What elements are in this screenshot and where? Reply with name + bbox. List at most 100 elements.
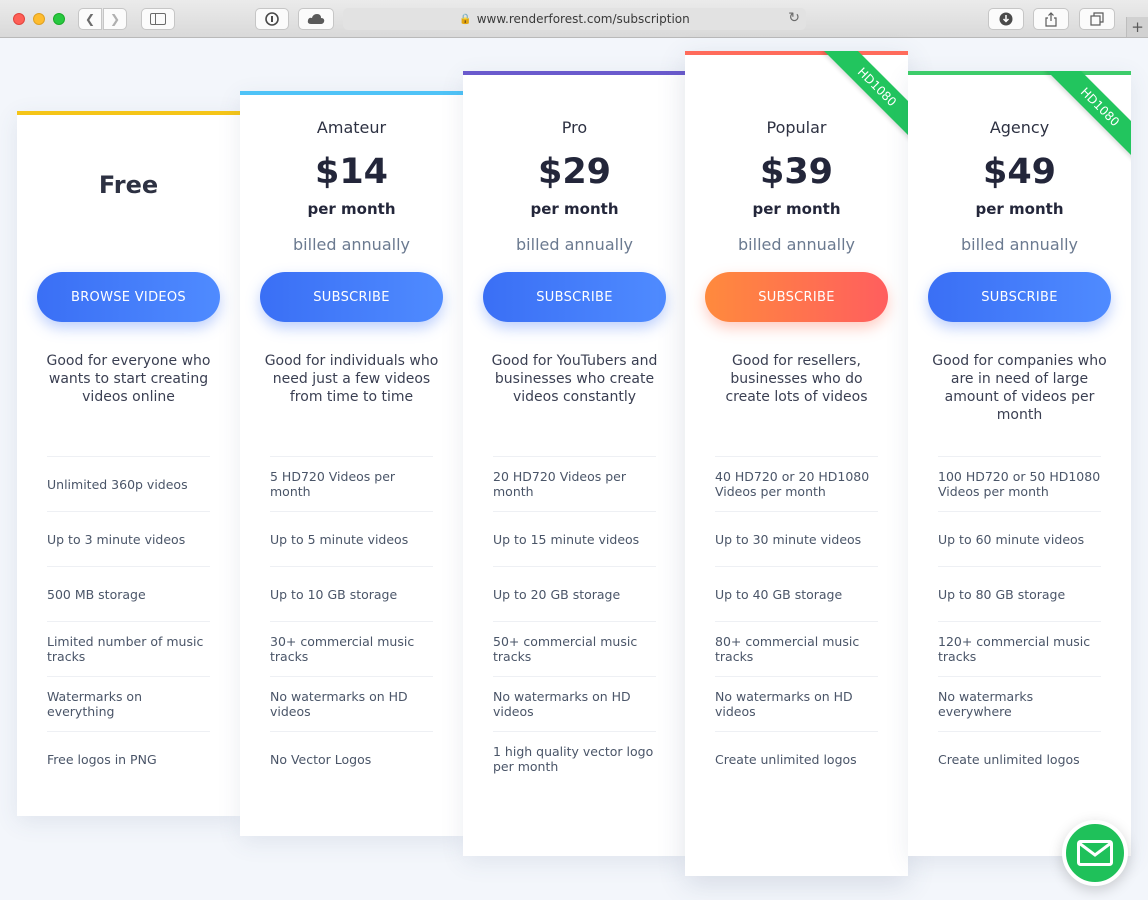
plan-period: per month — [975, 200, 1064, 218]
feature-item: 50+ commercial music tracks — [493, 621, 656, 676]
feature-item: Up to 40 GB storage — [715, 566, 878, 621]
feature-item: No Vector Logos — [270, 731, 433, 786]
download-icon — [999, 12, 1013, 26]
envelope-icon — [1077, 840, 1113, 866]
card-accent-bar — [17, 111, 240, 115]
feature-item: 1 high quality vector logo per month — [493, 731, 656, 786]
downloads-button[interactable] — [988, 8, 1024, 30]
sidebar-toggle-button[interactable] — [141, 8, 175, 30]
feature-item: No watermarks on HD videos — [270, 676, 433, 731]
feature-item: Watermarks on everything — [47, 676, 210, 731]
chevron-left-icon: ❮ — [84, 12, 96, 26]
cloud-icon — [307, 14, 325, 24]
plan-name: Amateur — [316, 118, 387, 137]
close-window-button[interactable] — [13, 13, 25, 25]
plus-icon: + — [1131, 18, 1144, 36]
plan-card-popular: HD1080 Popular $39 per month billed annu… — [685, 51, 908, 876]
billing-note: billed annually — [293, 235, 410, 254]
zoom-window-button[interactable] — [53, 13, 65, 25]
feature-item: No watermarks everywhere — [938, 676, 1101, 731]
plan-price: $39 — [759, 152, 834, 192]
new-tab-button[interactable]: + — [1126, 17, 1148, 37]
address-bar[interactable]: 🔒 www.renderforest.com/subscription ↻ — [343, 8, 806, 30]
card-accent-bar — [240, 91, 463, 95]
feature-item: 40 HD720 or 20 HD1080 Videos per month — [715, 456, 878, 511]
feature-item: 30+ commercial music tracks — [270, 621, 433, 676]
feature-item: Up to 15 minute videos — [493, 511, 656, 566]
plan-card-amateur: Amateur $14 per month billed annually SU… — [240, 91, 463, 836]
card-accent-bar — [685, 51, 908, 55]
plan-price: $49 — [982, 152, 1057, 192]
feature-item: Up to 20 GB storage — [493, 566, 656, 621]
card-accent-bar — [463, 71, 686, 75]
reload-icon[interactable]: ↻ — [788, 10, 800, 26]
subscribe-button[interactable]: SUBSCRIBE — [483, 272, 666, 322]
feature-item: 500 MB storage — [47, 566, 210, 621]
feature-item: 5 HD720 Videos per month — [270, 456, 433, 511]
plan-card-free: Free BROWSE VIDEOS Good for everyone who… — [17, 111, 240, 816]
lock-icon: 🔒 — [459, 13, 472, 25]
forward-button[interactable]: ❯ — [103, 8, 127, 30]
plan-card-pro: Pro $29 per month billed annually SUBSCR… — [463, 71, 686, 856]
sidebar-icon — [150, 13, 166, 25]
feature-item: Unlimited 360p videos — [47, 456, 210, 511]
password-manager-button[interactable] — [255, 8, 289, 30]
tabs-icon — [1090, 12, 1104, 26]
feature-item: Up to 30 minute videos — [715, 511, 878, 566]
tab-overview-button[interactable] — [1079, 8, 1115, 30]
feature-item: Free logos in PNG — [47, 731, 210, 786]
feature-item: 100 HD720 or 50 HD1080 Videos per month — [938, 456, 1101, 511]
browse-videos-button[interactable]: BROWSE VIDEOS — [37, 272, 220, 322]
plan-card-agency: HD1080 Agency $49 per month billed annua… — [908, 71, 1131, 856]
plan-description: Good for resellers, businesses who do cr… — [725, 353, 868, 405]
feature-item: Create unlimited logos — [938, 731, 1101, 786]
feature-item: No watermarks on HD videos — [715, 676, 878, 731]
feature-list: 40 HD720 or 20 HD1080 Videos per month U… — [715, 456, 878, 786]
feature-item: 20 HD720 Videos per month — [493, 456, 656, 511]
feature-item: 80+ commercial music tracks — [715, 621, 878, 676]
plan-price: $14 — [314, 152, 389, 192]
chevron-right-icon: ❯ — [109, 12, 121, 26]
feature-item: 120+ commercial music tracks — [938, 621, 1101, 676]
password-manager-icon — [265, 12, 279, 26]
plan-name: Popular — [766, 118, 827, 137]
url-text: www.renderforest.com/subscription — [476, 12, 690, 26]
share-button[interactable] — [1033, 8, 1069, 30]
billing-note: billed annually — [738, 235, 855, 254]
plan-period: per month — [752, 200, 841, 218]
feature-item: Up to 10 GB storage — [270, 566, 433, 621]
plan-title: Free — [98, 171, 159, 199]
billing-note: billed annually — [516, 235, 633, 254]
plan-description: Good for YouTubers and businesses who cr… — [491, 353, 658, 405]
plan-period: per month — [307, 200, 396, 218]
hd1080-ribbon: HD1080 — [1045, 71, 1131, 162]
subscribe-button[interactable]: SUBSCRIBE — [260, 272, 443, 322]
share-icon — [1045, 11, 1057, 27]
icloud-button[interactable] — [298, 8, 334, 30]
plan-name: Agency — [989, 118, 1050, 137]
contact-chat-button[interactable] — [1062, 820, 1128, 886]
browser-toolbar: ❮ ❯ 🔒 www.renderforest.com/subscription … — [0, 0, 1148, 38]
feature-item: No watermarks on HD videos — [493, 676, 656, 731]
back-button[interactable]: ❮ — [78, 8, 102, 30]
feature-item: Up to 60 minute videos — [938, 511, 1101, 566]
plan-price: $29 — [537, 152, 612, 192]
minimize-window-button[interactable] — [33, 13, 45, 25]
billing-note: billed annually — [961, 235, 1078, 254]
subscribe-button[interactable]: SUBSCRIBE — [705, 272, 888, 322]
feature-item: Up to 3 minute videos — [47, 511, 210, 566]
plan-name: Pro — [561, 118, 588, 137]
feature-item: Up to 80 GB storage — [938, 566, 1101, 621]
feature-list: 5 HD720 Videos per month Up to 5 minute … — [270, 456, 433, 786]
feature-list: Unlimited 360p videos Up to 3 minute vid… — [47, 456, 210, 786]
plan-description: Good for individuals who need just a few… — [264, 353, 439, 405]
subscribe-button[interactable]: SUBSCRIBE — [928, 272, 1111, 322]
feature-list: 100 HD720 or 50 HD1080 Videos per month … — [938, 456, 1101, 786]
feature-item: Create unlimited logos — [715, 731, 878, 786]
feature-list: 20 HD720 Videos per month Up to 15 minut… — [493, 456, 656, 786]
plan-description: Good for everyone who wants to start cre… — [46, 353, 211, 405]
feature-item: Up to 5 minute videos — [270, 511, 433, 566]
card-accent-bar — [908, 71, 1131, 75]
plan-period: per month — [530, 200, 619, 218]
feature-item: Limited number of music tracks — [47, 621, 210, 676]
